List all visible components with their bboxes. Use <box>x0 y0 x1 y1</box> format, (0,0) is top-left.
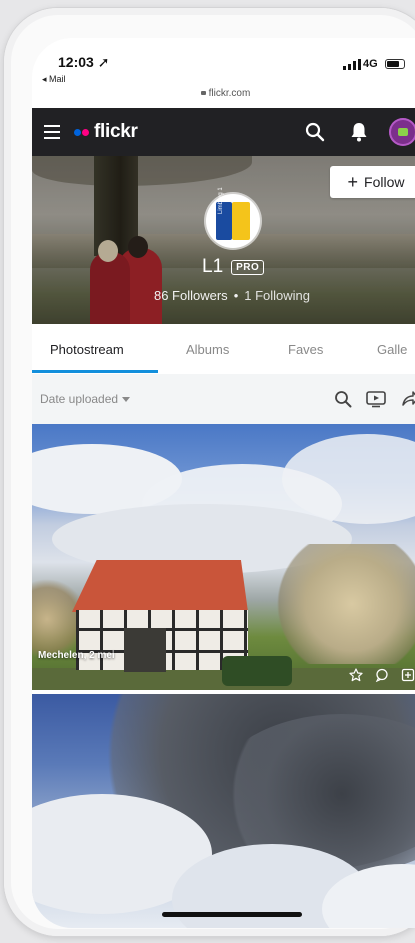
following-count[interactable]: 1 Following <box>244 288 310 303</box>
menu-icon[interactable] <box>44 125 60 139</box>
tab-albums[interactable]: Albums <box>186 342 229 357</box>
comment-icon[interactable] <box>375 668 389 682</box>
logo-text: flickr <box>94 121 138 142</box>
flickr-logo[interactable]: flickr <box>74 120 138 144</box>
address-bar[interactable]: flickr.com <box>32 88 415 99</box>
photo-actions <box>349 668 415 682</box>
tab-galleries[interactable]: Galle <box>377 342 407 357</box>
profile-name-text: L1 <box>202 256 224 277</box>
profile-tabs: Photostream Albums Faves Galle <box>32 324 415 375</box>
url-text: flickr.com <box>208 88 251 99</box>
profile-avatar[interactable]: Limburg 1 <box>206 187 260 248</box>
sort-label: Date uploaded <box>40 392 119 406</box>
cover-photo: + Follow Limburg 1 L1 PRO 86 Followers • 1… <box>32 156 415 324</box>
filter-bar: Date uploaded <box>32 374 415 424</box>
add-to-gallery-icon[interactable] <box>401 668 415 682</box>
follow-stats: 86 Followers • 1 Following <box>153 288 311 303</box>
followers-count[interactable]: 86 Followers <box>154 288 228 303</box>
sort-dropdown[interactable]: Date uploaded <box>40 392 131 406</box>
signal-icon <box>343 59 361 70</box>
photo-tile[interactable]: Mechelen, 2 mei <box>32 424 415 690</box>
logo-pink-dot <box>82 128 89 136</box>
plus-icon: + <box>347 172 359 192</box>
caret-down-icon <box>122 397 131 403</box>
active-tab-indicator <box>32 370 158 373</box>
barn-roof <box>72 560 248 612</box>
user-avatar[interactable] <box>389 118 415 146</box>
follow-button[interactable]: + Follow <box>330 166 415 198</box>
share-icon[interactable] <box>401 390 415 408</box>
logo-blue-dot <box>74 128 81 136</box>
follow-label: Follow <box>364 174 405 190</box>
limburg-logo: Limburg 1 <box>216 187 250 240</box>
photo-tile[interactable] <box>32 694 415 928</box>
search-icon[interactable] <box>305 122 325 142</box>
tab-photostream[interactable]: Photostream <box>50 342 124 357</box>
lock-icon <box>200 91 206 95</box>
photo-title[interactable]: Mechelen, 2 mei <box>38 650 115 661</box>
bell-icon[interactable] <box>350 122 368 142</box>
battery-icon <box>385 59 405 69</box>
location-arrow-icon: ➚ <box>97 54 110 70</box>
back-to-mail-link[interactable]: ◂ Mail <box>42 74 66 85</box>
tab-faves[interactable]: Faves <box>288 342 323 357</box>
pro-badge: PRO <box>231 259 265 275</box>
search-icon[interactable] <box>334 390 352 408</box>
network-type: 4G <box>363 58 378 70</box>
phone-frame: 12:03 ➚ ◂ Mail 4G flickr.com flickr + Fo… <box>4 8 415 936</box>
profile-name: L1 PRO <box>202 256 265 278</box>
status-time: 12:03 ➚ <box>58 54 110 70</box>
screen: 12:03 ➚ ◂ Mail 4G flickr.com flickr + Fo… <box>32 38 415 928</box>
star-icon[interactable] <box>349 668 363 682</box>
top-nav: flickr <box>32 108 415 156</box>
home-indicator[interactable] <box>162 912 302 917</box>
slideshow-icon[interactable] <box>366 390 386 408</box>
